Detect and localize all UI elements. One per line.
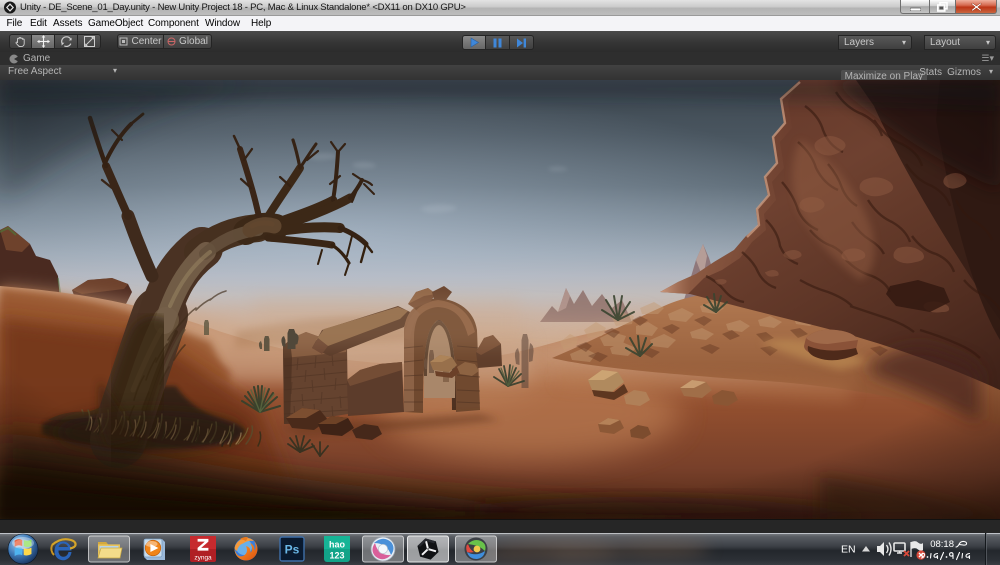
svg-text:hao: hao bbox=[329, 540, 346, 550]
svg-text:zynga: zynga bbox=[194, 555, 212, 562]
svg-text:123: 123 bbox=[329, 551, 344, 561]
svg-text:08:18: 08:18 bbox=[930, 539, 954, 550]
svg-text:EN: EN bbox=[841, 544, 856, 556]
svg-text:Ps: Ps bbox=[285, 543, 300, 557]
